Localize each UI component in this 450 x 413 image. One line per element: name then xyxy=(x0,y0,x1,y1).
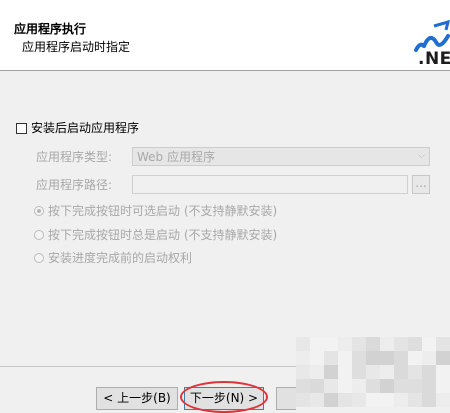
mosaic-tile xyxy=(310,365,324,379)
radio-dot-icon[interactable] xyxy=(34,253,44,263)
mosaic-tile xyxy=(394,337,408,351)
mosaic-tile xyxy=(394,365,408,379)
mosaic-tile xyxy=(310,351,324,365)
app-type-value: Web 应用程序 xyxy=(137,150,215,164)
radio-dot-icon[interactable] xyxy=(34,206,44,216)
mosaic-tile xyxy=(324,365,338,379)
mosaic-tile xyxy=(324,393,338,407)
mosaic-tile xyxy=(422,393,436,407)
mosaic-tile xyxy=(324,379,338,393)
mosaic-tile xyxy=(408,351,422,365)
mosaic-tile xyxy=(436,351,450,365)
watermark-mosaic xyxy=(296,337,450,407)
mosaic-tile xyxy=(296,393,310,407)
radio-dot-icon[interactable] xyxy=(34,230,44,240)
chevron-down-icon: ⌵ xyxy=(418,151,425,161)
mosaic-tile xyxy=(436,393,450,407)
mosaic-tile xyxy=(352,379,366,393)
mosaic-tile xyxy=(394,379,408,393)
mosaic-tile xyxy=(352,351,366,365)
radio-optional-launch[interactable]: 按下完成按钮时可选启动 (不支持静默安装) xyxy=(34,203,277,219)
mosaic-tile xyxy=(408,379,422,393)
mosaic-tile xyxy=(380,365,394,379)
launch-after-install-checkbox[interactable]: 安装后启动应用程序 xyxy=(16,120,139,136)
dotnet-logo-text: .NE xyxy=(418,49,450,69)
mosaic-tile xyxy=(296,379,310,393)
mosaic-tile xyxy=(408,337,422,351)
mosaic-tile xyxy=(422,351,436,365)
mosaic-tile xyxy=(436,337,450,351)
mosaic-tile xyxy=(422,337,436,351)
mosaic-tile xyxy=(394,351,408,365)
browse-button[interactable]: ... xyxy=(412,175,430,194)
mosaic-tile xyxy=(380,337,394,351)
mosaic-tile xyxy=(366,365,380,379)
mosaic-tile xyxy=(338,351,352,365)
radio-always-launch-label: 按下完成按钮时总是启动 (不支持静默安装) xyxy=(48,228,278,242)
mosaic-tile xyxy=(296,365,310,379)
mosaic-tile xyxy=(436,365,450,379)
mosaic-tile xyxy=(422,365,436,379)
app-path-label: 应用程序路径: xyxy=(36,178,113,192)
mosaic-tile xyxy=(324,351,338,365)
mosaic-tile xyxy=(310,379,324,393)
mosaic-tile xyxy=(436,379,450,393)
mosaic-tile xyxy=(394,393,408,407)
mosaic-tile xyxy=(310,393,324,407)
mosaic-tile xyxy=(338,365,352,379)
mosaic-tile xyxy=(296,351,310,365)
mosaic-tile xyxy=(366,393,380,407)
launch-after-install-label: 安装后启动应用程序 xyxy=(31,121,140,135)
mosaic-tile xyxy=(352,337,366,351)
mosaic-tile xyxy=(380,351,394,365)
app-type-select[interactable]: Web 应用程序 ⌵ xyxy=(132,147,430,166)
radio-launch-before-complete[interactable]: 安装进度完成前的启动权利 xyxy=(34,250,192,266)
page-title: 应用程序执行 xyxy=(14,22,87,36)
mosaic-tile xyxy=(338,379,352,393)
mosaic-tile xyxy=(380,393,394,407)
checkbox-box[interactable] xyxy=(16,122,27,134)
mosaic-tile xyxy=(338,393,352,407)
mosaic-tile xyxy=(366,337,380,351)
mosaic-tile xyxy=(408,393,422,407)
mosaic-tile xyxy=(296,337,310,351)
radio-always-launch[interactable]: 按下完成按钮时总是启动 (不支持静默安装) xyxy=(34,227,277,243)
mosaic-tile xyxy=(380,379,394,393)
mosaic-tile xyxy=(352,365,366,379)
page-subtitle: 应用程序启动时指定 xyxy=(22,40,131,54)
mosaic-tile xyxy=(352,393,366,407)
mosaic-tile xyxy=(422,379,436,393)
mosaic-tile xyxy=(310,337,324,351)
mosaic-tile xyxy=(408,365,422,379)
mosaic-tile xyxy=(366,351,380,365)
radio-optional-launch-label: 按下完成按钮时可选启动 (不支持静默安装) xyxy=(48,204,278,218)
wizard-header: 应用程序执行 应用程序启动时指定 .NE xyxy=(0,6,450,71)
radio-launch-before-complete-label: 安装进度完成前的启动权利 xyxy=(48,251,193,265)
mosaic-tile xyxy=(366,379,380,393)
mosaic-tile xyxy=(324,337,338,351)
app-type-label: 应用程序类型: xyxy=(36,150,113,164)
mosaic-tile xyxy=(338,337,352,351)
app-path-input[interactable] xyxy=(132,175,408,194)
